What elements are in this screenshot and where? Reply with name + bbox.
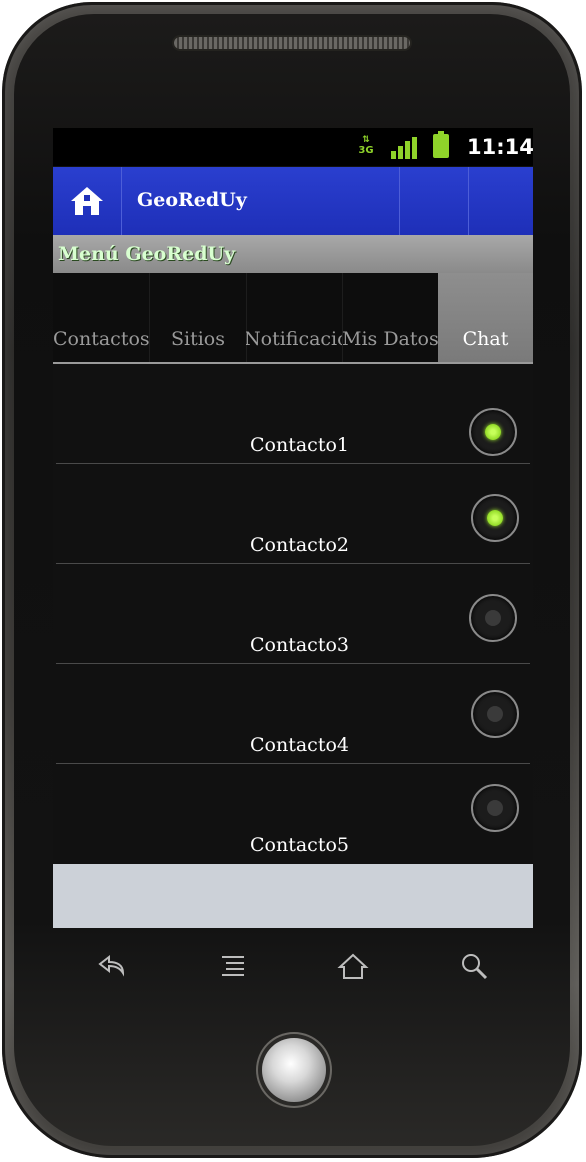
search-icon: [462, 954, 488, 980]
action-bar-slot[interactable]: [469, 167, 533, 235]
contact-radio[interactable]: [471, 784, 519, 832]
app-title: GeoRedUy: [137, 189, 247, 211]
list-item[interactable]: Contacto2: [56, 464, 530, 564]
action-bar-slot[interactable]: [400, 167, 468, 235]
list-item[interactable]: Contacto3: [56, 564, 530, 664]
contact-name: Contacto2: [250, 534, 349, 556]
contact-radio[interactable]: [471, 690, 519, 738]
status-bar: ⇅ 3G 11:14: [53, 128, 533, 166]
tab-contactos[interactable]: Contactos: [53, 273, 150, 362]
contact-name: Contacto5: [250, 834, 349, 856]
tab-bar: Contactos Sitios Notificaciones Mis Dato…: [53, 273, 533, 364]
action-bar: GeoRedUy: [53, 167, 533, 235]
tab-chat[interactable]: Chat: [438, 273, 533, 362]
contact-name: Contacto4: [250, 734, 349, 756]
tab-label: Contactos: [53, 328, 150, 350]
tab-mis-datos[interactable]: Mis Datos: [342, 273, 439, 362]
radio-dot: [485, 424, 501, 440]
radio-dot: [487, 706, 503, 722]
radio-dot: [485, 610, 501, 626]
network-3g-icon: ⇅ 3G: [358, 135, 374, 156]
back-key[interactable]: [94, 950, 130, 982]
contact-radio[interactable]: [469, 408, 517, 456]
contact-name: Contacto3: [250, 634, 349, 656]
action-bar-divider: [121, 167, 122, 235]
home-button[interactable]: [53, 167, 121, 235]
tab-label: Chat: [462, 328, 509, 350]
search-key[interactable]: [456, 950, 492, 982]
menu-icon: [222, 956, 244, 976]
trackball[interactable]: [262, 1038, 326, 1102]
menu-key[interactable]: [216, 950, 252, 982]
list-item[interactable]: Contacto5: [56, 764, 530, 863]
contact-radio[interactable]: [469, 594, 517, 642]
list-item[interactable]: Contacto4: [56, 664, 530, 764]
contact-name: Contacto1: [250, 434, 349, 456]
battery-icon: [433, 131, 449, 158]
contact-radio[interactable]: [471, 494, 519, 542]
back-icon: [98, 955, 125, 977]
network-label: 3G: [358, 145, 374, 156]
list-item[interactable]: Contacto1: [56, 364, 530, 464]
tab-label: Sitios: [171, 328, 225, 350]
status-time: 11:14: [467, 135, 533, 159]
home-key[interactable]: [335, 950, 371, 982]
device-screen: ⇅ 3G 11:14 GeoRedUy Menú GeoRedUy Contac…: [53, 128, 533, 928]
signal-bars-icon: [391, 137, 417, 159]
menu-header-title: Menú GeoRedUy: [58, 243, 236, 265]
home-icon: [71, 187, 103, 215]
radio-dot: [487, 800, 503, 816]
tab-label: Notificaciones: [246, 328, 342, 350]
footer-panel: [53, 864, 533, 928]
tab-label: Mis Datos: [342, 328, 439, 350]
menu-header: Menú GeoRedUy: [53, 235, 533, 273]
home-icon: [337, 953, 369, 979]
radio-dot: [487, 510, 503, 526]
tab-sitios[interactable]: Sitios: [150, 273, 247, 362]
earpiece-speaker: [174, 37, 410, 49]
contact-list: Contacto1 Contacto2 Contacto3 Contacto4 …: [53, 364, 533, 864]
tab-notificaciones[interactable]: Notificaciones: [246, 273, 343, 362]
